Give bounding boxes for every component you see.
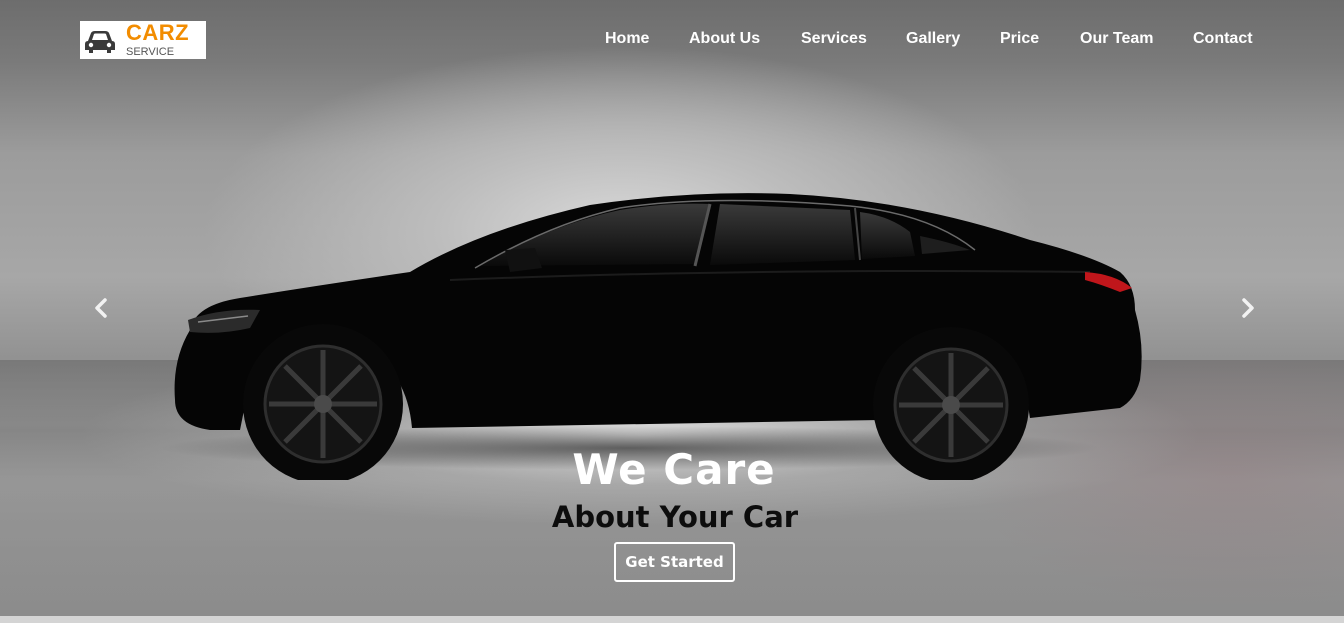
car-icon	[85, 31, 115, 53]
logo-subtitle: SERVICE	[126, 46, 175, 58]
logo-title: CARZ	[126, 20, 190, 45]
car-image	[160, 193, 1142, 480]
hero-carousel: CARZ SERVICE Home About Us Services Gall…	[0, 0, 1344, 616]
chevron-right-icon[interactable]	[1236, 296, 1260, 320]
page-bottom-divider	[0, 616, 1344, 623]
get-started-button[interactable]: Get Started	[614, 542, 735, 582]
nav-item-our-team[interactable]: Our Team	[1080, 28, 1154, 50]
nav-item-gallery[interactable]: Gallery	[906, 28, 960, 50]
hero-subtitle: About Your Car	[551, 500, 799, 534]
nav-item-about-us[interactable]: About Us	[689, 28, 760, 50]
nav-item-contact[interactable]: Contact	[1193, 28, 1253, 50]
chevron-left-icon[interactable]	[89, 296, 113, 320]
nav-item-services[interactable]: Services	[801, 28, 867, 50]
hero-title: We Care	[572, 445, 776, 494]
nav-item-home[interactable]: Home	[605, 28, 649, 50]
nav-item-price[interactable]: Price	[1000, 28, 1039, 50]
brand-logo[interactable]: CARZ SERVICE	[80, 21, 206, 59]
